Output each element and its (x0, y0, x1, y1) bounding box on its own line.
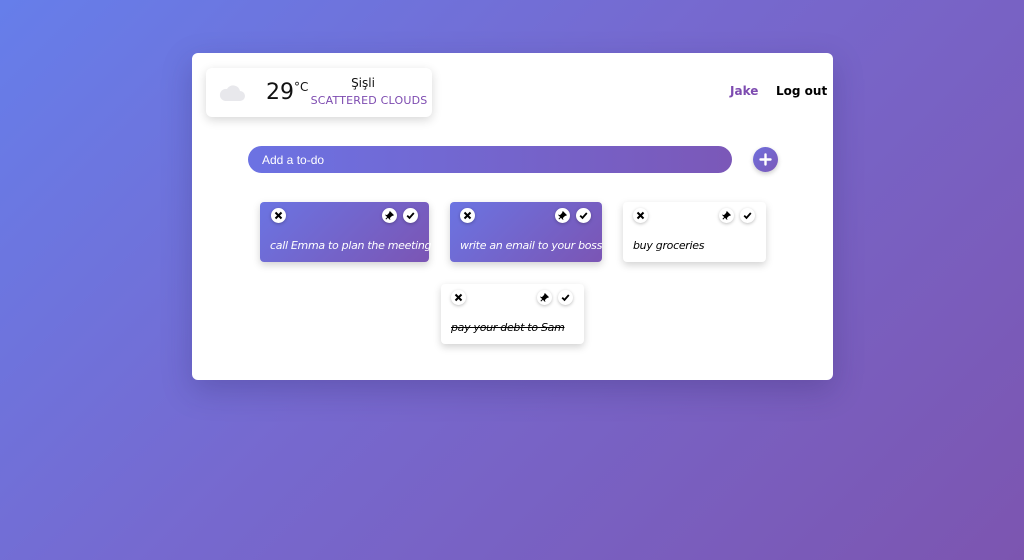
todo-text: pay your debt to Sam (451, 321, 565, 334)
pin-button[interactable] (537, 290, 552, 305)
todo-text: write an email to your boss (460, 239, 603, 252)
delete-button[interactable] (271, 208, 286, 223)
todo-card: buy groceries (623, 202, 766, 262)
complete-button[interactable] (403, 208, 418, 223)
close-icon (274, 211, 283, 220)
todo-panel: 29 °C Şişli SCATTERED CLOUDS Jake Log ou… (192, 53, 833, 380)
complete-button[interactable] (576, 208, 591, 223)
logout-link[interactable]: Log out (776, 84, 827, 98)
pin-button[interactable] (555, 208, 570, 223)
check-icon (406, 212, 415, 220)
pin-button[interactable] (719, 208, 734, 223)
pin-icon (722, 211, 731, 220)
complete-button[interactable] (740, 208, 755, 223)
user-link[interactable]: Jake (730, 84, 758, 98)
pin-icon (540, 293, 549, 302)
todo-card: write an email to your boss (450, 202, 602, 262)
todo-text: buy groceries (633, 239, 705, 252)
close-icon (454, 293, 463, 302)
plus-icon (759, 153, 772, 166)
todo-text: call Emma to plan the meeting (270, 239, 432, 252)
city-name: Şişli (351, 76, 375, 90)
todo-input[interactable] (248, 146, 732, 173)
weather-widget: 29 °C Şişli SCATTERED CLOUDS (206, 68, 432, 117)
todo-card: pay your debt to Sam (441, 284, 584, 344)
complete-button[interactable] (558, 290, 573, 305)
delete-button[interactable] (460, 208, 475, 223)
add-todo-button[interactable] (753, 147, 778, 172)
temperature: 29 (266, 80, 294, 105)
pin-button[interactable] (382, 208, 397, 223)
todo-card: call Emma to plan the meeting (260, 202, 432, 262)
check-icon (579, 212, 588, 220)
close-icon (636, 211, 645, 220)
check-icon (743, 212, 752, 220)
cloud-icon (219, 85, 245, 101)
delete-button[interactable] (633, 208, 648, 223)
delete-button[interactable] (451, 290, 466, 305)
pin-icon (385, 211, 394, 220)
check-icon (561, 294, 570, 302)
close-icon (463, 211, 472, 220)
pin-icon (558, 211, 567, 220)
weather-conditions: SCATTERED CLOUDS (310, 94, 428, 107)
